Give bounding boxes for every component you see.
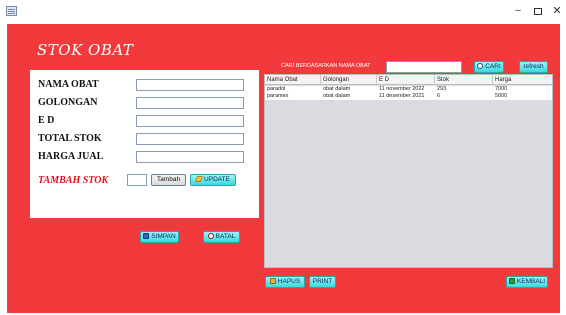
maximize-icon bbox=[534, 8, 542, 15]
trash-icon bbox=[269, 278, 276, 284]
refresh-button-label: refresh bbox=[523, 63, 544, 70]
table-cell: 5000 bbox=[495, 93, 508, 99]
column-header-nama-obat[interactable]: Nama Obat bbox=[265, 75, 321, 85]
tambah-stok-label: TAMBAH STOK bbox=[38, 175, 109, 186]
table-cell: obat dalam bbox=[323, 93, 351, 99]
table-header: Nama Obat Golongan E D Stok Harga bbox=[265, 75, 552, 85]
table-cell: obat dalam bbox=[323, 86, 351, 92]
search-icon bbox=[477, 63, 484, 69]
batal-button-label: BATAL bbox=[215, 233, 236, 240]
golongan-field[interactable] bbox=[136, 97, 244, 109]
table-cell: 11 november 2022 bbox=[379, 86, 425, 92]
stock-table[interactable]: Nama Obat Golongan E D Stok Harga parado… bbox=[264, 74, 553, 268]
harga-jual-field[interactable] bbox=[136, 151, 244, 163]
maximize-button[interactable] bbox=[531, 4, 545, 18]
kembali-button[interactable]: KEMBALI bbox=[506, 276, 548, 288]
table-row[interactable]: paradol obat dalam 11 november 2022 293 … bbox=[265, 86, 552, 93]
table-row[interactable]: paramex obat dalam 11 desember 2021 6 50… bbox=[265, 93, 552, 100]
column-header-golongan[interactable]: Golongan bbox=[321, 75, 377, 85]
total-stok-field[interactable] bbox=[136, 133, 244, 145]
simpan-button-label: SIMPAN bbox=[151, 233, 176, 240]
save-icon bbox=[143, 233, 150, 239]
nama-obat-field[interactable] bbox=[136, 79, 244, 91]
table-cell: 11 desember 2021 bbox=[379, 93, 425, 99]
cari-button-label: CARI bbox=[485, 63, 501, 70]
hapus-button-label: HAPUS bbox=[277, 278, 301, 285]
batal-button[interactable]: BATAL bbox=[203, 231, 240, 243]
column-header-ed[interactable]: E D bbox=[377, 75, 435, 85]
tambah-button-label: Tambah bbox=[156, 176, 181, 183]
update-button-label: UPDATE bbox=[204, 176, 230, 183]
tambah-button[interactable]: Tambah bbox=[151, 174, 186, 186]
pencil-icon bbox=[194, 176, 204, 182]
column-header-stok[interactable]: Stok bbox=[435, 75, 493, 85]
hapus-button[interactable]: HAPUS bbox=[265, 276, 305, 288]
cancel-icon bbox=[207, 233, 214, 239]
table-cell: 6 bbox=[437, 93, 441, 99]
print-button-label: PRINT bbox=[312, 278, 333, 285]
simpan-button[interactable]: SIMPAN bbox=[140, 231, 179, 243]
minimize-button[interactable]: – bbox=[511, 4, 525, 18]
table-cell: paradol bbox=[267, 86, 286, 92]
app-icon bbox=[6, 6, 17, 16]
table-cell: 7000 bbox=[495, 86, 508, 92]
page-title: STOK OBAT bbox=[37, 41, 134, 59]
tambah-qty-field[interactable] bbox=[127, 174, 147, 186]
harga-jual-label: HARGA JUAL bbox=[38, 151, 104, 162]
search-input[interactable] bbox=[386, 61, 462, 73]
search-label: CARI BERDASARKAN NAMA OBAT bbox=[281, 63, 371, 69]
update-button[interactable]: UPDATE bbox=[190, 174, 236, 186]
golongan-label: GOLONGAN bbox=[38, 97, 98, 108]
close-button[interactable]: ✕ bbox=[550, 4, 564, 18]
ed-label: E D bbox=[38, 115, 55, 126]
total-stok-label: TOTAL STOK bbox=[38, 133, 102, 144]
table-cell: 293 bbox=[437, 86, 447, 92]
print-button[interactable]: PRINT bbox=[309, 276, 336, 288]
kembali-button-label: KEMBALI bbox=[516, 278, 546, 285]
cari-button[interactable]: CARI bbox=[474, 61, 504, 73]
nama-obat-label: NAMA OBAT bbox=[38, 79, 99, 90]
table-cell: paramex bbox=[267, 93, 289, 99]
column-header-harga[interactable]: Harga bbox=[493, 75, 552, 85]
ed-field[interactable] bbox=[136, 115, 244, 127]
window-titlebar: – ✕ bbox=[0, 0, 566, 24]
refresh-button[interactable]: refresh bbox=[519, 61, 548, 73]
back-icon bbox=[508, 278, 515, 284]
